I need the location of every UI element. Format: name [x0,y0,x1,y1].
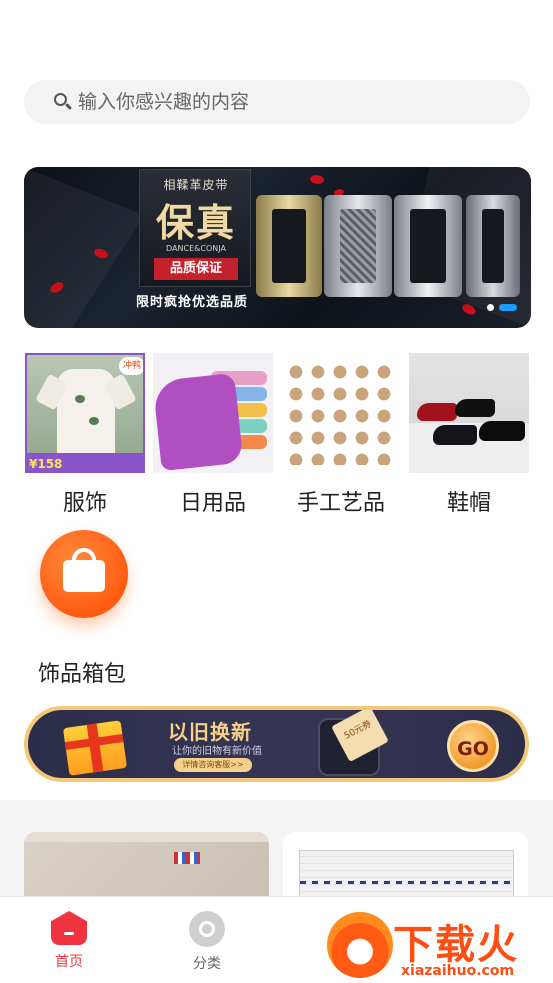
banner-tagline: 限时疯抢优选品质 [136,295,249,310]
category-clothing-image: 冲鸭 ¥158 [25,353,145,473]
gift-box-icon [62,720,128,776]
tab-label: 首页 [55,954,83,970]
belt-buckle-image [466,195,520,297]
belt-buckle-image [394,195,462,297]
banner-brand: DANCE&CONJA [166,244,226,253]
go-button[interactable]: GO [447,720,499,772]
search-bar[interactable] [24,80,530,124]
watermark: 下载火 xiazaihuo.com [325,910,553,983]
belt-buckle-image [256,195,322,297]
trade-in-promo-banner[interactable]: 以旧换新 让你的旧物有新价值 详情咨询客服>> 50元券 GO [24,706,529,782]
home-icon [51,911,87,945]
promo-subtitle: 让你的旧物有新价值 [172,746,262,757]
belt-buckle-image [324,195,392,297]
banner-carousel[interactable]: 相鞣革皮带 保真 DANCE&CONJA 品质保证 限时疯抢优选品质 [24,167,531,328]
tab-category[interactable]: 分类 [162,911,252,973]
carousel-indicator [487,304,517,311]
banner-title: 保真 [155,200,236,245]
category-clothing-chip: 冲鸭 [119,357,143,375]
promo-title: 以旧换新 [168,720,252,744]
category-label: 饰品箱包 [38,662,127,687]
category-handicrafts[interactable]: 手工艺品 [281,353,401,517]
category-label: 服饰 [62,491,107,516]
banner-brand-box: 相鞣革皮带 保真 DANCE&CONJA 品质保证 [139,169,251,287]
category-label: 日用品 [179,491,246,516]
tab-home[interactable]: 首页 [24,911,114,971]
banner-badge: 品质保证 [154,258,238,280]
category-label: 手工艺品 [296,491,385,516]
carousel-dot[interactable] [487,304,494,311]
search-input[interactable] [78,91,478,113]
tab-label: 分类 [193,956,221,972]
category-daily-goods[interactable]: 日用品 [153,353,273,517]
price-value: 158 [37,457,63,471]
banner-subtitle: 相鞣革皮带 [163,178,229,192]
category-handicrafts-image [281,353,401,473]
category-clothing[interactable]: 冲鸭 ¥158 服饰 [25,353,145,517]
category-icon [189,911,225,947]
category-accessories-bags[interactable]: 饰品箱包 [38,530,168,688]
promo-contact-link[interactable]: 详情咨询客服>> [174,758,252,772]
category-daily-goods-image [153,353,273,473]
category-shoes-hats-image [409,353,529,473]
shopping-bag-icon [40,530,128,618]
watermark-url: xiazaihuo.com [401,963,515,979]
category-clothing-price: ¥158 [29,457,62,471]
search-icon [52,91,74,113]
category-shoes-hats[interactable]: 鞋帽 [409,353,529,517]
carousel-dot-active[interactable] [499,304,517,311]
category-label: 鞋帽 [446,491,491,516]
watermark-title: 下载火 [393,922,519,968]
flame-logo-icon [327,912,393,978]
